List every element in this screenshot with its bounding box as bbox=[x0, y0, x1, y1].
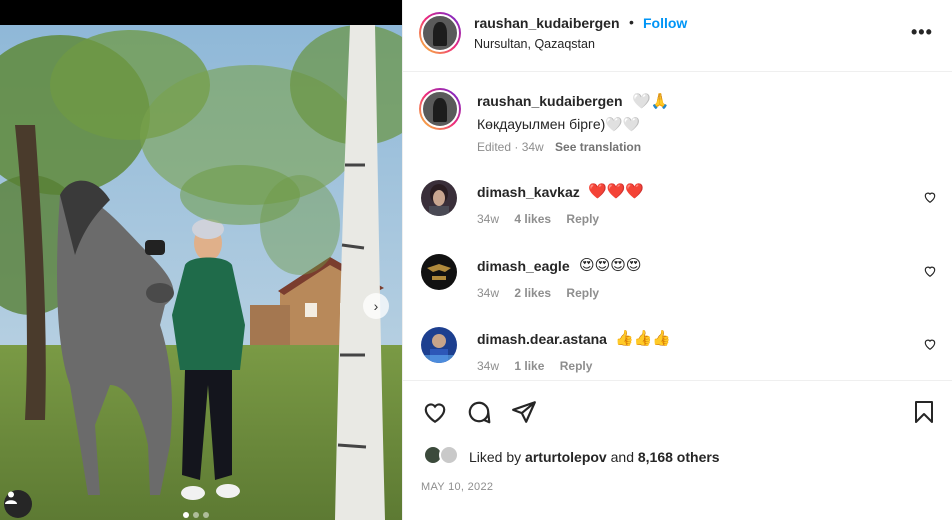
header-separator: • bbox=[629, 14, 634, 30]
share-icon[interactable] bbox=[511, 399, 537, 425]
post-header: raushan_kudaibergen • Follow Nursultan, … bbox=[403, 0, 952, 72]
caption-meta: Edited · 34w See translation bbox=[477, 140, 641, 154]
tag-user-icon[interactable] bbox=[4, 490, 32, 518]
reply-button[interactable]: Reply bbox=[566, 212, 599, 226]
like-icon[interactable] bbox=[422, 399, 448, 425]
comment-emoji: 😍😍😍😍 bbox=[579, 257, 642, 274]
comment-likes[interactable]: 4 likes bbox=[514, 212, 551, 226]
author-avatar[interactable] bbox=[419, 12, 461, 54]
author-username[interactable]: raushan_kudaibergen bbox=[474, 15, 620, 31]
photo-scene: › bbox=[0, 25, 402, 520]
carousel-dots bbox=[183, 512, 209, 518]
comment-icon[interactable] bbox=[466, 399, 492, 425]
comment-meta: 34w 4 likes Reply bbox=[477, 212, 599, 226]
likes-prefix: Liked by bbox=[469, 449, 522, 465]
comment-like-icon[interactable] bbox=[923, 264, 937, 278]
caption-edited: Edited · 34w bbox=[477, 140, 544, 154]
comment-username[interactable]: dimash_kavkaz bbox=[477, 184, 580, 200]
liker-avatar[interactable] bbox=[439, 445, 459, 465]
comment-age: 34w bbox=[477, 286, 500, 300]
comment-username[interactable]: dimash_eagle bbox=[477, 258, 570, 274]
post-date[interactable]: MAY 10, 2022 bbox=[421, 481, 493, 493]
next-arrow-icon[interactable]: › bbox=[363, 293, 389, 319]
comment-avatar[interactable] bbox=[421, 180, 457, 216]
caption-emoji: 🤍🙏 bbox=[632, 93, 670, 110]
comment-item: dimash_eagle 😍😍😍😍 34w 2 likes Reply bbox=[403, 254, 952, 324]
post-location[interactable]: Nursultan, Qazaqstan bbox=[474, 37, 595, 51]
post-photo[interactable]: › bbox=[0, 0, 402, 520]
post-actions: Liked by arturtolepov and 8,168 others M… bbox=[403, 380, 952, 520]
tag-user-glyph bbox=[5, 491, 17, 504]
comment-likes[interactable]: 2 likes bbox=[514, 286, 551, 300]
comment-avatar-image bbox=[421, 254, 457, 290]
likes-others[interactable]: 8,168 others bbox=[638, 449, 720, 465]
comment-avatar-image bbox=[421, 327, 457, 363]
comment-like-icon[interactable] bbox=[923, 190, 937, 204]
save-icon[interactable] bbox=[912, 399, 936, 425]
carousel-dot bbox=[193, 512, 199, 518]
caption-username[interactable]: raushan_kudaibergen bbox=[477, 93, 623, 109]
caption-avatar[interactable] bbox=[419, 88, 461, 130]
comment-avatar-image bbox=[421, 180, 457, 216]
comment-age: 34w bbox=[477, 359, 500, 373]
comment-age: 34w bbox=[477, 212, 500, 226]
comment-username[interactable]: dimash.dear.astana bbox=[477, 331, 607, 347]
comment-meta: 34w 2 likes Reply bbox=[477, 286, 599, 300]
reply-button[interactable]: Reply bbox=[560, 359, 593, 373]
reply-button[interactable]: Reply bbox=[566, 286, 599, 300]
comment-item: dimash_kavkaz ❤️❤️❤️ 34w 4 likes Reply bbox=[403, 180, 952, 250]
liker-username[interactable]: arturtolepov bbox=[525, 449, 607, 465]
follow-button[interactable]: Follow bbox=[643, 15, 687, 31]
comment-likes[interactable]: 1 like bbox=[514, 359, 544, 373]
carousel-dot bbox=[183, 512, 189, 518]
comment-emoji: 👍👍👍 bbox=[615, 330, 672, 347]
see-translation-link[interactable]: See translation bbox=[555, 140, 641, 154]
comment-avatar[interactable] bbox=[421, 327, 457, 363]
comment-meta: 34w 1 like Reply bbox=[477, 359, 592, 373]
photo-illustration bbox=[0, 25, 402, 520]
comment-like-icon[interactable] bbox=[923, 337, 937, 351]
likes-summary: Liked by arturtolepov and 8,168 others bbox=[469, 449, 720, 465]
comment-emoji: ❤️❤️❤️ bbox=[588, 183, 645, 200]
caption-text: Көкдауылмен бірге)🤍🤍 bbox=[477, 116, 641, 132]
comment-avatar[interactable] bbox=[421, 254, 457, 290]
likes-and: and bbox=[610, 449, 634, 465]
more-icon[interactable]: ••• bbox=[911, 22, 933, 43]
post-side-panel: raushan_kudaibergen • Follow Nursultan, … bbox=[402, 0, 952, 520]
carousel-dot bbox=[203, 512, 209, 518]
